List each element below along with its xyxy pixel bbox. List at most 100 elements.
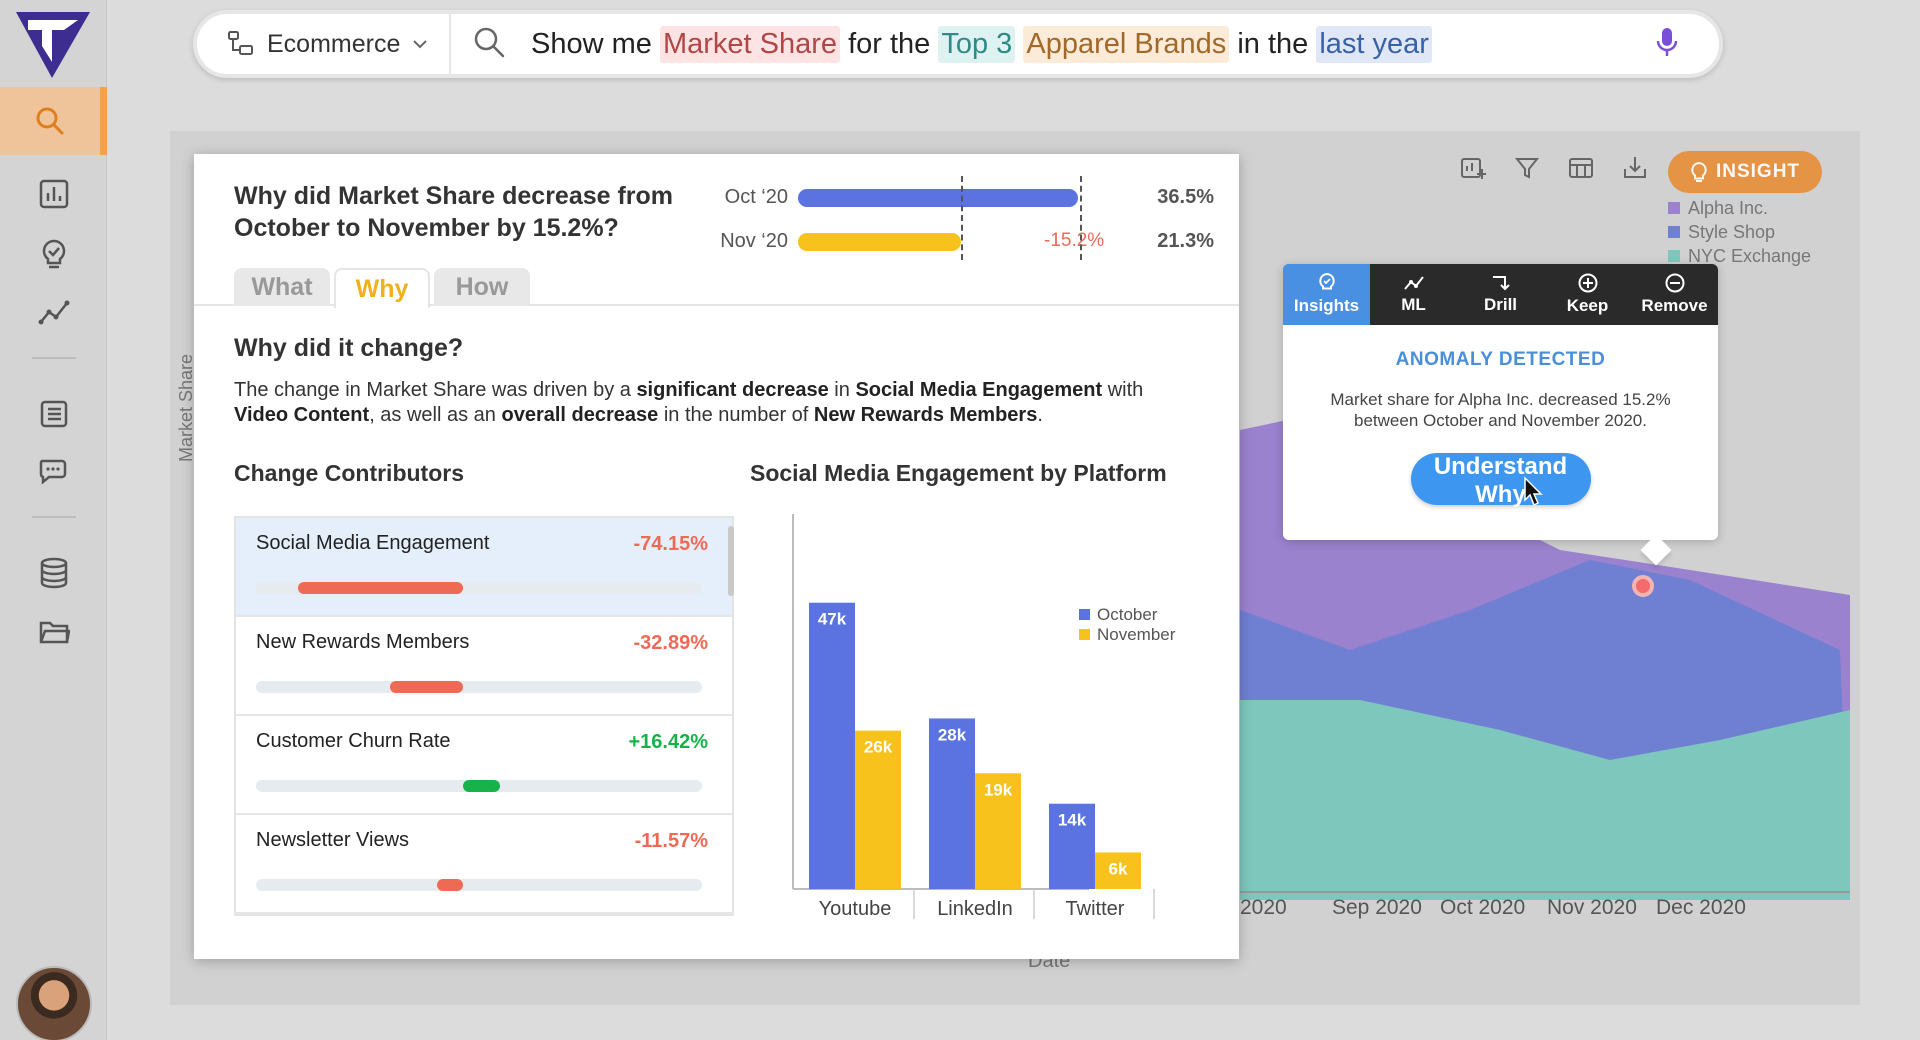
legend-label: Style Shop — [1688, 222, 1776, 242]
chart-toolbar — [1460, 155, 1648, 181]
explanation-text: . — [1037, 404, 1043, 426]
x-tick-label: Youtube — [819, 898, 892, 920]
contributor-item[interactable]: Newsletter Views -11.57% — [236, 815, 732, 914]
nav-data[interactable] — [34, 553, 74, 593]
legend-item: Alpha Inc. — [1668, 196, 1811, 220]
tab-remove[interactable]: Remove — [1631, 264, 1718, 325]
comparison-marker-line — [961, 176, 964, 260]
query-token-cat[interactable]: Apparel Brands — [1023, 25, 1230, 63]
nav-insights[interactable] — [34, 234, 74, 274]
anomaly-marker[interactable] — [1632, 575, 1654, 597]
insight-button[interactable]: INSIGHT — [1668, 151, 1822, 193]
query-token-top[interactable]: Top 3 — [938, 25, 1016, 63]
x-tick-label: Nov 2020 — [1547, 896, 1637, 919]
nav-documents[interactable] — [34, 394, 74, 434]
x-tick-label: Twitter — [1066, 898, 1125, 920]
why-heading: Why did it change? — [234, 334, 464, 362]
period-comparison: Oct ‘20 36.5% Nov ‘20 21.3% -15.2% — [714, 176, 1224, 282]
nav-trends[interactable] — [34, 292, 74, 332]
bar-data-label: 28k — [938, 725, 967, 744]
contributor-value: -74.15% — [633, 533, 709, 555]
contributors-scrollbar[interactable] — [728, 526, 734, 596]
tab-insights[interactable]: Insights — [1283, 264, 1370, 325]
tab-keep[interactable]: Keep — [1544, 264, 1631, 325]
download-icon[interactable] — [1622, 155, 1648, 181]
tab-remove-label: Remove — [1641, 296, 1708, 315]
search-bar[interactable]: Ecommerce Show me Market Share for the T… — [193, 10, 1723, 78]
microphone-button[interactable] — [1655, 26, 1719, 63]
tab-insights-label: Insights — [1293, 296, 1360, 315]
legend-item: Style Shop — [1668, 220, 1811, 244]
database-icon — [40, 557, 68, 589]
query-token-date[interactable]: last year — [1316, 25, 1432, 63]
why-explanation: The change in Market Share was driven by… — [234, 378, 1194, 428]
comparison-row: Oct ‘20 36.5% — [714, 182, 1224, 212]
query-token-plain: for the — [840, 27, 939, 60]
filter-icon[interactable] — [1514, 155, 1540, 181]
dataset-selector[interactable]: Ecommerce — [197, 14, 451, 74]
folder-icon — [39, 621, 70, 644]
tab-how[interactable]: How — [434, 268, 530, 306]
add-chart-icon[interactable] — [1460, 155, 1486, 181]
comparison-label: Nov ‘20 — [720, 230, 788, 252]
tab-ml[interactable]: ML — [1370, 264, 1457, 325]
x-tick-label: LinkedIn — [937, 898, 1013, 920]
query-token-measure[interactable]: Market Share — [659, 25, 841, 63]
x-tick-label: Dec 2020 — [1656, 896, 1746, 919]
chat-icon — [39, 459, 67, 485]
explanation-text: with — [1102, 379, 1144, 401]
contributor-track — [256, 582, 702, 594]
area-chart-x-axis: 2020 Sep 2020 Oct 2020 Nov 2020 Dec 2020 — [1240, 896, 1860, 926]
contributor-value: +16.42% — [628, 731, 708, 753]
contributor-item[interactable]: Social Media Engagement -74.15% — [236, 518, 732, 617]
bar-october-youtube[interactable] — [809, 602, 855, 889]
search-query[interactable]: Show me Market Share for the Top 3 Appar… — [505, 25, 1655, 63]
document-list-icon — [40, 400, 68, 428]
table-icon[interactable] — [1568, 155, 1594, 181]
user-avatar[interactable] — [16, 966, 92, 1040]
legend-swatch — [1079, 609, 1090, 620]
nav-files[interactable] — [34, 612, 74, 652]
contributor-bar — [463, 780, 500, 792]
nav-conversations[interactable] — [34, 452, 74, 492]
chart-heading: Social Media Engagement by Platform — [750, 460, 1167, 486]
legend-swatch — [1668, 250, 1680, 262]
drill-arrow-icon — [1492, 276, 1510, 291]
comparison-marker-line — [1080, 176, 1082, 260]
legend-label: Alpha Inc. — [1688, 198, 1769, 218]
tab-drill-label: Drill — [1483, 295, 1518, 314]
tab-why[interactable]: Why — [334, 268, 430, 308]
area-chart-legend: Alpha Inc. Style Shop NYC Exchange — [1668, 196, 1811, 268]
understand-why-button[interactable]: Understand Why — [1410, 453, 1591, 508]
tab-drill[interactable]: Drill — [1457, 264, 1544, 325]
insight-label: INSIGHT — [1715, 161, 1801, 182]
lightbulb-icon — [1691, 161, 1707, 182]
emphasis-text: significant decrease — [636, 379, 829, 401]
nav-reports[interactable] — [34, 174, 74, 214]
bar-data-label: 19k — [984, 780, 1013, 799]
contributor-item[interactable]: Customer Churn Rate +16.42% — [236, 716, 732, 815]
contributors-list[interactable]: Social Media Engagement -74.15% New Reward… — [234, 516, 734, 916]
legend-swatch — [1079, 629, 1090, 640]
comparison-bar — [798, 233, 962, 251]
tab-what[interactable]: What — [234, 268, 330, 306]
comparison-row: Nov ‘20 21.3% -15.2% — [714, 226, 1224, 256]
contributor-item[interactable]: New Rewards Members -32.89% — [236, 617, 732, 716]
x-tick-label: Sep 2020 — [1332, 896, 1422, 919]
emphasis-text: New Rewards Members — [813, 404, 1038, 426]
bar-data-label: 47k — [818, 610, 847, 629]
tab-keep-label: Keep — [1566, 296, 1609, 315]
nav-search[interactable] — [0, 87, 107, 155]
panel-header: Why did Market Share decrease from Octob… — [194, 154, 1239, 308]
explanation-text: in — [828, 379, 856, 401]
explanation-text: in the number of — [658, 404, 814, 426]
contributor-bar — [298, 582, 463, 594]
anomaly-title: ANOMALY DETECTED — [1395, 349, 1606, 370]
emphasis-text: Video Content — [234, 404, 370, 426]
sidebar — [0, 0, 107, 1040]
anomaly-description: Market share for Alpha Inc. decreased 15… — [1330, 390, 1671, 430]
explanation-text: The change in Market Share was driven by… — [234, 379, 637, 401]
app-logo[interactable] — [12, 6, 94, 82]
emphasis-text: overall decrease — [501, 404, 659, 426]
platform-bar-chart: 47k 26k Youtube 28k 19k LinkedIn 14k 6k Twitter O… — [792, 514, 1176, 920]
